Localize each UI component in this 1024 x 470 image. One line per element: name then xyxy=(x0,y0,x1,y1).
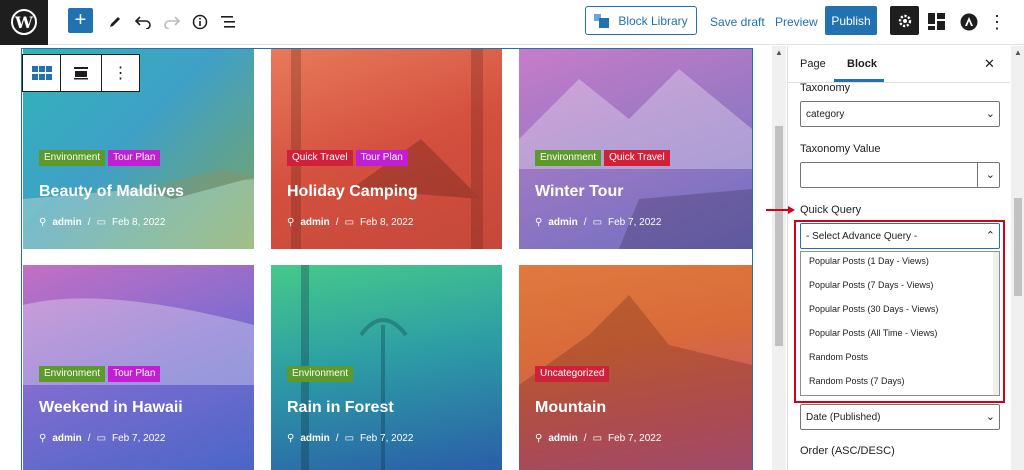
meta-separator: / xyxy=(87,433,91,444)
post-date: Feb 7, 2022 xyxy=(608,433,662,444)
category-tag[interactable]: Uncategorized xyxy=(535,366,610,382)
order-label: Order (ASC/DESC) xyxy=(800,445,895,457)
settings-gear-icon[interactable] xyxy=(890,6,919,35)
post-author[interactable]: admin xyxy=(548,433,577,444)
user-icon: ⚲ xyxy=(39,433,47,444)
info-icon[interactable] xyxy=(188,8,212,36)
taxonomy-selected-value: category xyxy=(806,108,845,120)
post-card[interactable]: Uncategorized Mountain ⚲ admin / ▭ Feb 7… xyxy=(519,265,752,470)
order-by-selected-value: Date (Published) xyxy=(806,411,881,423)
align-icon[interactable] xyxy=(61,55,102,91)
block-options-icon[interactable]: ⋮ xyxy=(102,55,139,91)
user-icon: ⚲ xyxy=(39,217,47,228)
scroll-up-icon[interactable]: ▲ xyxy=(1014,48,1022,57)
taxonomy-value-select[interactable]: ⌄ xyxy=(800,162,1000,188)
canvas-scrollbar[interactable]: ▲ xyxy=(772,46,786,470)
meta-separator: / xyxy=(335,433,339,444)
post-card[interactable]: Environment Quick Travel Winter Tour ⚲ a… xyxy=(519,49,752,249)
wordpress-logo-icon[interactable]: W xyxy=(0,0,48,45)
user-icon: ⚲ xyxy=(287,433,295,444)
post-card[interactable]: Quick Travel Tour Plan Holiday Camping ⚲… xyxy=(271,49,502,249)
taxonomy-select[interactable]: category ⌄ xyxy=(800,101,1000,127)
post-title[interactable]: Mountain xyxy=(535,399,606,417)
scrollbar-thumb[interactable] xyxy=(775,126,783,346)
post-date: Feb 8, 2022 xyxy=(112,217,166,228)
meta-separator: / xyxy=(87,217,91,228)
order-by-select[interactable]: Date (Published) ⌄ xyxy=(800,404,1000,430)
category-tag[interactable]: Environment xyxy=(39,366,106,382)
sidebar-scrollbar[interactable]: ▲ xyxy=(1011,46,1024,470)
select-divider xyxy=(977,163,978,187)
list-view-icon[interactable] xyxy=(217,8,241,36)
undo-icon[interactable] xyxy=(131,8,155,36)
meta-separator: / xyxy=(583,217,587,228)
taxonomy-label: Taxonomy xyxy=(800,82,851,94)
tab-page[interactable]: Page xyxy=(800,58,826,70)
post-card[interactable]: Environment Rain in Forest ⚲ admin / ▭ F… xyxy=(271,265,502,470)
category-tag[interactable]: Tour Plan xyxy=(355,150,408,166)
category-tag[interactable]: Tour Plan xyxy=(108,366,161,382)
highlight-annotation-box xyxy=(794,220,1005,403)
user-icon: ⚲ xyxy=(287,217,295,228)
block-library-button[interactable]: Block Library xyxy=(585,6,697,35)
calendar-icon: ▭ xyxy=(96,217,107,228)
preview-button[interactable]: Preview xyxy=(775,8,818,36)
category-tag[interactable]: Quick Travel xyxy=(287,150,353,166)
meta-separator: / xyxy=(583,433,587,444)
user-icon: ⚲ xyxy=(535,217,543,228)
post-date: Feb 7, 2022 xyxy=(112,433,166,444)
category-tag[interactable]: Quick Travel xyxy=(604,150,670,166)
calendar-icon: ▭ xyxy=(592,433,603,444)
post-author[interactable]: admin xyxy=(300,217,329,228)
post-author[interactable]: admin xyxy=(52,217,81,228)
taxonomy-value-label: Taxonomy Value xyxy=(800,143,881,155)
calendar-icon: ▭ xyxy=(344,217,355,228)
save-draft-button[interactable]: Save draft xyxy=(710,8,765,36)
blocks-grid-icon[interactable] xyxy=(925,8,949,36)
chevron-down-icon: ⌄ xyxy=(985,108,995,120)
post-author[interactable]: admin xyxy=(548,217,577,228)
scrollbar-thumb[interactable] xyxy=(1014,198,1022,296)
category-tag[interactable]: Tour Plan xyxy=(108,150,161,166)
grid-layout-icon[interactable] xyxy=(23,55,61,91)
meta-separator: / xyxy=(335,217,339,228)
user-icon: ⚲ xyxy=(535,433,543,444)
calendar-icon: ▭ xyxy=(592,217,603,228)
post-author[interactable]: admin xyxy=(300,433,329,444)
post-title[interactable]: Winter Tour xyxy=(535,183,623,201)
block-library-label: Block Library xyxy=(618,13,688,28)
post-date: Feb 8, 2022 xyxy=(360,217,414,228)
publish-button[interactable]: Publish xyxy=(825,6,877,35)
post-date: Feb 7, 2022 xyxy=(360,433,414,444)
editor-canvas: Environment Tour Plan Beauty of Maldives… xyxy=(0,46,772,470)
sidebar-tabs: Page Block ✕ xyxy=(788,46,1010,83)
redo-icon[interactable] xyxy=(160,8,184,36)
chevron-down-icon[interactable]: ⌄ xyxy=(986,168,995,181)
post-title[interactable]: Rain in Forest xyxy=(287,399,394,417)
post-title[interactable]: Weekend in Hawaii xyxy=(39,399,183,417)
block-library-icon xyxy=(594,13,610,28)
block-toolbar: ⋮ xyxy=(22,54,140,92)
pencil-icon[interactable] xyxy=(103,8,127,36)
scroll-up-icon[interactable]: ▲ xyxy=(775,48,783,57)
category-tag[interactable]: Environment xyxy=(39,150,106,166)
tab-block[interactable]: Block xyxy=(847,58,877,70)
post-card[interactable]: Environment Tour Plan Weekend in Hawaii … xyxy=(23,265,254,470)
post-title[interactable]: Holiday Camping xyxy=(287,183,418,201)
close-icon[interactable]: ✕ xyxy=(984,56,995,72)
category-tag[interactable]: Environment xyxy=(287,366,354,382)
quick-query-label: Quick Query xyxy=(800,204,862,216)
post-date: Feb 7, 2022 xyxy=(608,217,662,228)
add-block-button[interactable]: + xyxy=(68,8,93,33)
chevron-down-icon: ⌄ xyxy=(985,411,995,423)
astra-logo-icon[interactable] xyxy=(957,8,981,36)
red-arrow-annotation-icon xyxy=(766,206,795,214)
calendar-icon: ▭ xyxy=(96,433,107,444)
post-title[interactable]: Beauty of Maldives xyxy=(39,183,184,201)
category-tag[interactable]: Environment xyxy=(535,150,602,166)
more-options-icon[interactable]: ⋮ xyxy=(985,8,1009,36)
calendar-icon: ▭ xyxy=(344,433,355,444)
post-author[interactable]: admin xyxy=(52,433,81,444)
